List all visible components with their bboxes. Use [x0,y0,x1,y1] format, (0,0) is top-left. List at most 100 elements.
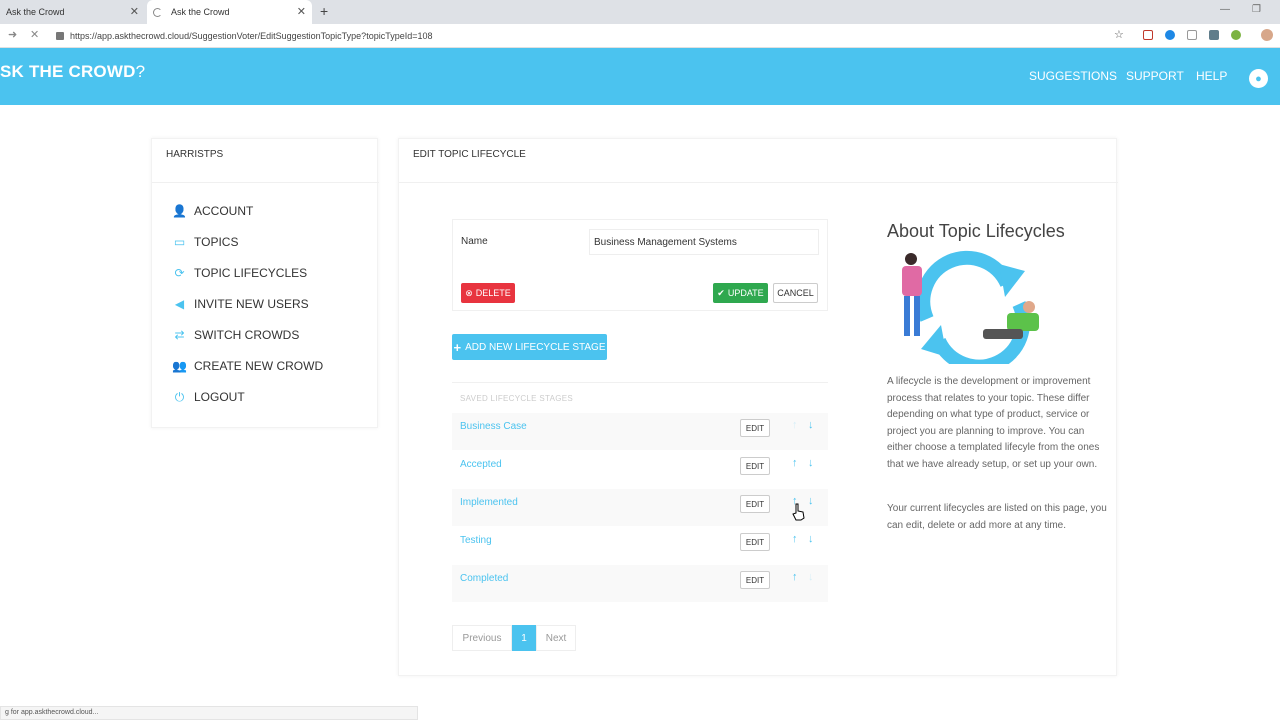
sidebar-item-switch-crowds[interactable]: ⇄ SWITCH CROWDS [172,326,299,344]
lock-icon [56,32,64,40]
edit-button[interactable]: EDIT [740,495,770,513]
exchange-icon: ⇄ [174,328,185,342]
arrow-up-icon[interactable]: ↑ [792,457,798,469]
about-paragraph-1: A lifecycle is the development or improv… [887,376,1100,470]
sidebar-item-invite-new-users[interactable]: ◀ INVITE NEW USERS [172,295,309,313]
delete-button[interactable]: ⊗ DELETE [461,283,515,303]
extension-icon[interactable] [1209,30,1219,40]
logo[interactable]: SK THE CROWD? [0,62,145,82]
add-lifecycle-stage-button[interactable]: + ADD NEW LIFECYCLE STAGE [452,334,607,360]
plus-icon: + [453,339,462,355]
power-icon: ⏻ [174,389,185,404]
user-menu-icon[interactable]: ● [1249,69,1268,88]
arrow-down-icon[interactable]: ↓ [808,533,814,545]
edit-button[interactable]: EDIT [740,419,770,437]
extension-icon[interactable] [1165,30,1175,40]
restore-icon[interactable]: ❐ [1252,4,1261,15]
name-input[interactable] [589,229,819,255]
cancel-button[interactable]: CANCEL [773,283,818,303]
app-header: SK THE CROWD? SUGGESTIONS SUPPORT HELP ● [0,48,1280,105]
arrow-up-icon: ↑ [792,419,798,431]
extension-icon[interactable] [1231,30,1241,40]
arrow-down-icon[interactable]: ↓ [808,457,814,469]
address-bar: ➜ ✕ https://app.askthecrowd.cloud/Sugges… [0,24,1280,48]
extension-icon[interactable] [1187,30,1197,40]
list-item: Implemented EDIT ↑ ↓ [452,489,828,526]
stage-name-link[interactable]: Business Case [460,421,527,432]
about-paragraph-2: Your current lifecycles are listed on th… [887,503,1107,531]
name-form: Name ⊗DELETE ✔UPDATE CANCEL [452,219,828,311]
forward-icon[interactable]: ➜ [8,28,17,41]
add-stage-label: ADD NEW LIFECYCLE STAGE [465,341,606,353]
check-icon: ✔ [717,287,725,298]
extension-icon[interactable] [1143,30,1153,40]
sidebar: HARRISTPS 👤 ACCOUNT ▭ TOPICS ⟳ TOPIC LIF… [151,138,379,428]
divider [452,382,828,383]
saved-stages-title: SAVED LIFECYCLE STAGES [460,394,574,403]
divider [152,182,379,183]
list-item: Completed EDIT ↑ ↓ [452,565,828,602]
next-page-button[interactable]: Next [536,625,576,651]
hand-cursor-icon [792,503,805,521]
arrow-down-icon[interactable]: ↓ [808,495,814,507]
edit-button[interactable]: EDIT [740,457,770,475]
nav-help[interactable]: HELP [1196,69,1227,83]
status-bar: g for app.askthecrowd.cloud... [0,706,418,720]
arrow-down-icon: ↓ [808,571,814,583]
sidebar-item-label: LOGOUT [194,390,245,404]
main-panel: EDIT TOPIC LIFECYCLE Name ⊗DELETE ✔UPDAT… [398,138,1118,676]
edit-button[interactable]: EDIT [740,533,770,551]
divider [399,182,1118,183]
user-icon: 👤 [172,204,187,218]
url-field[interactable]: https://app.askthecrowd.cloud/Suggestion… [56,27,1106,45]
update-label: UPDATE [727,288,764,298]
close-icon[interactable]: ✕ [297,5,306,18]
stage-name-link[interactable]: Testing [460,535,492,546]
browser-tab-1[interactable]: Ask the Crowd ✕ [0,0,145,24]
page-title: EDIT TOPIC LIFECYCLE [413,149,526,160]
refresh-icon: ⟳ [174,266,185,280]
sidebar-item-label: CREATE NEW CROWD [194,359,324,373]
tab-title: Ask the Crowd [6,7,65,17]
profile-avatar[interactable] [1261,29,1273,41]
browser-tab-2[interactable]: Ask the Crowd ✕ [147,0,312,24]
sidebar-item-label: INVITE NEW USERS [194,297,309,311]
sidebar-item-label: ACCOUNT [194,204,254,218]
loading-icon [153,7,162,17]
browser-tab-bar: Ask the Crowd ✕ Ask the Crowd ✕ + — ❐ [0,0,1280,24]
close-icon[interactable]: ✕ [130,5,139,18]
nav-support[interactable]: SUPPORT [1126,69,1184,83]
arrow-down-icon[interactable]: ↓ [808,419,814,431]
arrow-up-icon[interactable]: ↑ [792,571,798,583]
update-button[interactable]: ✔ UPDATE [713,283,768,303]
star-icon[interactable]: ☆ [1114,28,1124,41]
sidebar-item-account[interactable]: 👤 ACCOUNT [172,202,253,220]
sidebar-item-label: TOPICS [194,235,239,249]
list-item: Testing EDIT ↑ ↓ [452,527,828,564]
sidebar-heading: HARRISTPS [166,149,224,160]
stage-name-link[interactable]: Accepted [460,459,502,470]
lifecycle-illustration [902,250,1039,364]
sidebar-item-topic-lifecycles[interactable]: ⟳ TOPIC LIFECYCLES [172,264,307,282]
url-text: https://app.askthecrowd.cloud/Suggestion… [70,31,433,41]
list-item: Business Case EDIT ↑ ↓ [452,413,828,450]
arrow-up-icon[interactable]: ↑ [792,533,798,545]
megaphone-icon: ◀ [174,297,185,311]
sidebar-item-logout[interactable]: ⏻ LOGOUT [172,388,245,406]
sidebar-item-label: SWITCH CROWDS [194,328,300,342]
question-icon: ? [135,62,146,81]
edit-button[interactable]: EDIT [740,571,770,589]
stage-name-link[interactable]: Completed [460,573,508,584]
page-1-button[interactable]: 1 [512,625,536,651]
stop-icon[interactable]: ✕ [30,28,39,41]
nav-suggestions[interactable]: SUGGESTIONS [1029,69,1117,83]
previous-page-button[interactable]: Previous [452,625,512,651]
delete-icon: ⊗ [465,287,473,298]
sidebar-item-topics[interactable]: ▭ TOPICS [172,233,239,251]
new-tab-icon[interactable]: + [320,3,328,19]
comment-icon: ▭ [173,235,186,249]
sidebar-item-create-new-crowd[interactable]: 👥 CREATE NEW CROWD [172,357,323,375]
sidebar-item-label: TOPIC LIFECYCLES [194,266,308,280]
stage-name-link[interactable]: Implemented [460,497,518,508]
minimize-icon[interactable]: — [1220,4,1230,15]
